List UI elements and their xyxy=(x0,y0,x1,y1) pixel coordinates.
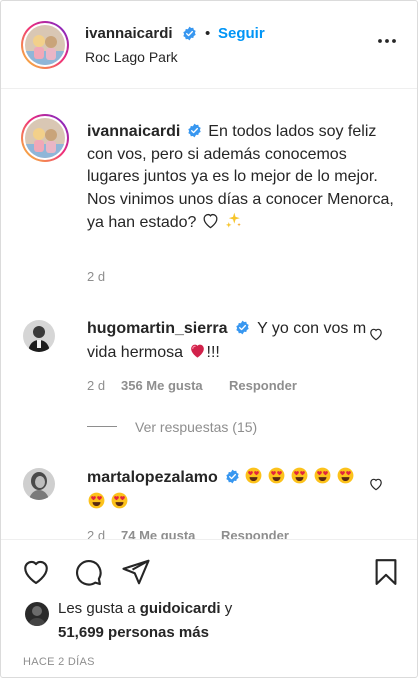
heart-eyes-emoji xyxy=(268,467,285,484)
comment-likes[interactable]: 74 Me gusta xyxy=(121,528,195,539)
heart-icon[interactable] xyxy=(21,557,51,587)
liker-avatar[interactable] xyxy=(25,602,49,626)
instagram-post-panel: ivannaicardi • Seguir Roc Lago Park ivan… xyxy=(0,0,418,678)
caption-avatar-photo xyxy=(25,118,65,158)
comments-section[interactable]: ivannaicardi En todos lados soy feliz co… xyxy=(1,90,417,539)
heart-eyes-emoji xyxy=(314,467,331,484)
caption-author-avatar[interactable] xyxy=(21,114,69,162)
like-comment-heart-icon[interactable] xyxy=(368,326,384,342)
view-replies-button[interactable]: Ver respuestas (15) xyxy=(135,419,257,435)
likes-connector: y xyxy=(224,600,233,617)
post-header: ivannaicardi • Seguir Roc Lago Park xyxy=(1,1,417,89)
comment-suffix: !!! xyxy=(206,343,220,361)
replies-divider xyxy=(87,426,117,427)
comment-body: martalopezalamo xyxy=(87,465,367,515)
caption: ivannaicardi En todos lados soy feliz co… xyxy=(87,121,397,235)
like-comment-heart-icon[interactable] xyxy=(368,476,384,492)
comment-avatar-photo xyxy=(23,320,55,352)
more-options-icon[interactable] xyxy=(377,37,397,45)
follow-button[interactable]: Seguir xyxy=(218,25,265,42)
likes-count-link[interactable]: 51,699 personas más xyxy=(58,624,209,641)
comment-avatar-photo xyxy=(23,468,55,500)
heart-eyes-emoji xyxy=(337,467,354,484)
header-separator: • xyxy=(205,25,211,42)
post-author-username[interactable]: ivannaicardi xyxy=(85,25,173,42)
post-timestamp[interactable]: HACE 2 DÍAS xyxy=(23,656,95,668)
caption-time[interactable]: 2 d xyxy=(87,269,105,284)
heart-eyes-emoji xyxy=(111,492,128,509)
reply-button[interactable]: Responder xyxy=(229,378,297,393)
comment-body: hugomartin_sierra Y yo con vos m vida he… xyxy=(87,318,367,364)
bookmark-icon[interactable] xyxy=(371,557,401,587)
caption-author[interactable]: ivannaicardi xyxy=(87,123,180,140)
sparkles-emoji xyxy=(225,212,241,228)
verified-badge-icon xyxy=(236,320,249,335)
verified-badge-icon xyxy=(183,26,196,41)
liker-avatar-photo xyxy=(25,602,49,626)
heart-eyes-emoji xyxy=(291,467,308,484)
avatar-photo xyxy=(25,25,65,65)
author-avatar[interactable] xyxy=(21,21,69,69)
post-location[interactable]: Roc Lago Park xyxy=(85,49,178,65)
heart-eyes-emoji xyxy=(88,492,105,509)
comment-avatar[interactable] xyxy=(23,468,55,500)
share-icon[interactable] xyxy=(121,557,151,587)
liker-username[interactable]: guidoicardi xyxy=(140,600,221,617)
comment-author[interactable]: hugomartin_sierra xyxy=(87,320,227,337)
white-heart-emoji xyxy=(203,213,218,229)
verified-badge-icon xyxy=(188,123,201,138)
verified-badge-icon xyxy=(226,469,239,484)
comment-time[interactable]: 2 d xyxy=(87,378,105,393)
likes-prefix: Les gusta a xyxy=(58,600,136,617)
post-actions: Les gusta a guidoicardi y 51,699 persona… xyxy=(1,539,417,677)
comment-icon[interactable] xyxy=(73,557,103,587)
reply-button[interactable]: Responder xyxy=(221,528,289,539)
red-heart-emoji xyxy=(190,344,204,358)
heart-eyes-emoji xyxy=(245,467,262,484)
comment-time[interactable]: 2 d xyxy=(87,528,105,539)
comment-avatar[interactable] xyxy=(23,320,55,352)
likes-summary: Les gusta a guidoicardi y xyxy=(58,600,232,617)
comment-author[interactable]: martalopezalamo xyxy=(87,469,218,486)
comment-likes[interactable]: 356 Me gusta xyxy=(121,378,203,393)
